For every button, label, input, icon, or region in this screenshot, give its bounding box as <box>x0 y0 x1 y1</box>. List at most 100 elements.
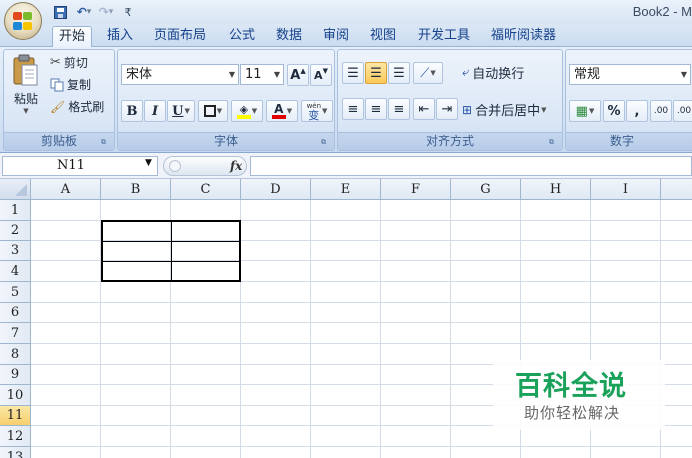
font-color-icon: A <box>271 103 286 119</box>
column-header-g[interactable]: G <box>451 179 521 200</box>
borders-icon <box>203 105 216 117</box>
customize-qat-button[interactable]: ₹ <box>120 3 136 21</box>
wrap-text-button[interactable]: ⤶ 自动换行 <box>462 63 524 82</box>
accounting-format-button[interactable]: ▦ ▼ <box>569 100 601 122</box>
column-header-j[interactable] <box>661 179 692 200</box>
row-header-2[interactable]: 2 <box>0 221 31 241</box>
row-header-12[interactable]: 12 <box>0 426 31 447</box>
copy-button[interactable]: 复制 <box>50 76 91 93</box>
row-header-1[interactable]: 1 <box>0 200 31 221</box>
merge-center-label: 合并后居中 <box>475 104 541 119</box>
column-header-i[interactable]: I <box>591 179 661 200</box>
align-middle-button[interactable]: ☰ <box>365 62 387 84</box>
format-painter-label: 格式刷 <box>68 100 105 114</box>
align-center-button[interactable]: ≡ <box>365 98 387 120</box>
column-header-c[interactable]: C <box>171 179 241 200</box>
tab-insert[interactable]: 插入 <box>101 26 139 47</box>
chevron-down-icon: ▼ <box>541 105 547 114</box>
merge-center-icon: ⊞ <box>462 102 473 117</box>
grow-font-icon: A <box>290 67 301 83</box>
align-bottom-button[interactable]: ☰ <box>388 62 410 84</box>
row-header-6[interactable]: 6 <box>0 303 31 323</box>
comma-icon: , <box>634 103 640 119</box>
font-size-select[interactable]: 11 ▼ <box>240 64 284 85</box>
row-header-3[interactable]: 3 <box>0 241 31 261</box>
column-header-b[interactable]: B <box>101 179 171 200</box>
increase-decimal-button[interactable]: .00 <box>650 100 672 122</box>
dialog-launcher-icon[interactable]: ⧉ <box>549 138 558 147</box>
tab-foxit-reader[interactable]: 福昕阅读器 <box>485 26 562 47</box>
tab-home[interactable]: 开始 <box>52 26 93 48</box>
paste-button[interactable]: 粘贴 ▼ <box>8 54 44 124</box>
increase-indent-button[interactable]: ⇥ <box>436 98 458 120</box>
percent-style-button[interactable]: % <box>603 100 625 122</box>
tab-developer[interactable]: 开发工具 <box>412 26 476 47</box>
expand-icon[interactable] <box>169 160 181 172</box>
decrease-indent-button[interactable]: ⇤ <box>413 98 435 120</box>
row-header-11[interactable]: 11 <box>0 406 31 426</box>
tab-page-layout[interactable]: 页面布局 <box>148 26 212 47</box>
chevron-down-icon[interactable]: ▼ <box>145 158 152 168</box>
tab-view[interactable]: 视图 <box>364 26 402 47</box>
decrease-decimal-icon: .00 <box>676 106 692 116</box>
grow-font-button[interactable]: A ▲ <box>287 64 309 86</box>
formula-bar: N11 ▼ fx <box>0 153 692 179</box>
orientation-button[interactable]: ⟋ ▼ <box>413 62 443 84</box>
row-header-7[interactable]: 7 <box>0 323 31 344</box>
row-header-9[interactable]: 9 <box>0 365 31 385</box>
font-color-button[interactable]: A ▼ <box>266 100 298 122</box>
row-header-4[interactable]: 4 <box>0 261 31 282</box>
align-right-button[interactable]: ≡ <box>388 98 410 120</box>
cut-label: 剪切 <box>63 56 88 70</box>
tab-data[interactable]: 数据 <box>270 26 308 47</box>
row-header-10[interactable]: 10 <box>0 385 31 406</box>
gridline <box>450 200 451 458</box>
column-header-a[interactable]: A <box>31 179 101 200</box>
dialog-launcher-icon[interactable]: ⧉ <box>321 138 330 147</box>
font-name-select[interactable]: 宋体 ▼ <box>121 64 239 85</box>
worksheet-grid[interactable]: A B C D E F G H I 1 2 3 4 5 6 7 8 9 10 1… <box>0 179 692 458</box>
undo-button[interactable]: ↶ ▾ <box>76 3 92 21</box>
column-header-e[interactable]: E <box>311 179 381 200</box>
formula-input[interactable] <box>250 156 692 176</box>
dialog-launcher-icon[interactable]: ⧉ <box>101 138 110 147</box>
redo-button[interactable]: ↷ ▾ <box>98 3 114 21</box>
underline-button[interactable]: U ▼ <box>167 100 195 122</box>
insert-function-button[interactable]: fx <box>230 157 242 175</box>
paste-label: 粘贴 <box>13 92 38 106</box>
row-header-5[interactable]: 5 <box>0 282 31 303</box>
align-top-button[interactable]: ☰ <box>342 62 364 84</box>
align-bottom-icon: ☰ <box>393 65 405 81</box>
bordered-cell-range[interactable] <box>101 220 241 282</box>
select-all-button[interactable] <box>0 179 31 200</box>
decrease-decimal-button[interactable]: .00 <box>673 100 692 122</box>
name-box[interactable]: N11 <box>2 156 158 176</box>
column-header-f[interactable]: F <box>381 179 451 200</box>
gridline <box>31 446 692 447</box>
comma-style-button[interactable]: , <box>626 100 648 122</box>
column-header-h[interactable]: H <box>521 179 591 200</box>
borders-button[interactable]: ▼ <box>198 100 228 122</box>
merge-center-button[interactable]: ⊞ 合并后居中 ▼ <box>462 100 547 120</box>
shrink-font-button[interactable]: A ▼ <box>310 64 332 86</box>
tab-formulas[interactable]: 公式 <box>223 26 261 47</box>
chevron-down-icon: ▼ <box>680 70 687 79</box>
save-button[interactable] <box>52 3 68 21</box>
bold-button[interactable]: B <box>121 100 143 122</box>
cell-border <box>103 261 239 262</box>
gridline <box>31 322 692 323</box>
cut-button[interactable]: ✂ 剪切 <box>50 54 88 71</box>
office-button[interactable] <box>4 2 42 40</box>
row-header-13[interactable]: 13 <box>0 447 31 458</box>
phonetic-guide-button[interactable]: wén 变 ▼ <box>301 100 333 122</box>
align-left-button[interactable]: ≡ <box>342 98 364 120</box>
italic-button[interactable]: I <box>144 100 166 122</box>
number-format-select[interactable]: 常规 ▼ <box>569 64 691 85</box>
tab-review[interactable]: 审阅 <box>317 26 355 47</box>
gridline <box>31 343 692 344</box>
fill-color-button[interactable]: ◈ ▼ <box>231 100 263 122</box>
format-painter-button[interactable]: 🖌 格式刷 <box>50 98 104 115</box>
row-header-8[interactable]: 8 <box>0 344 31 365</box>
column-header-d[interactable]: D <box>241 179 311 200</box>
scissors-icon: ✂ <box>50 55 61 70</box>
